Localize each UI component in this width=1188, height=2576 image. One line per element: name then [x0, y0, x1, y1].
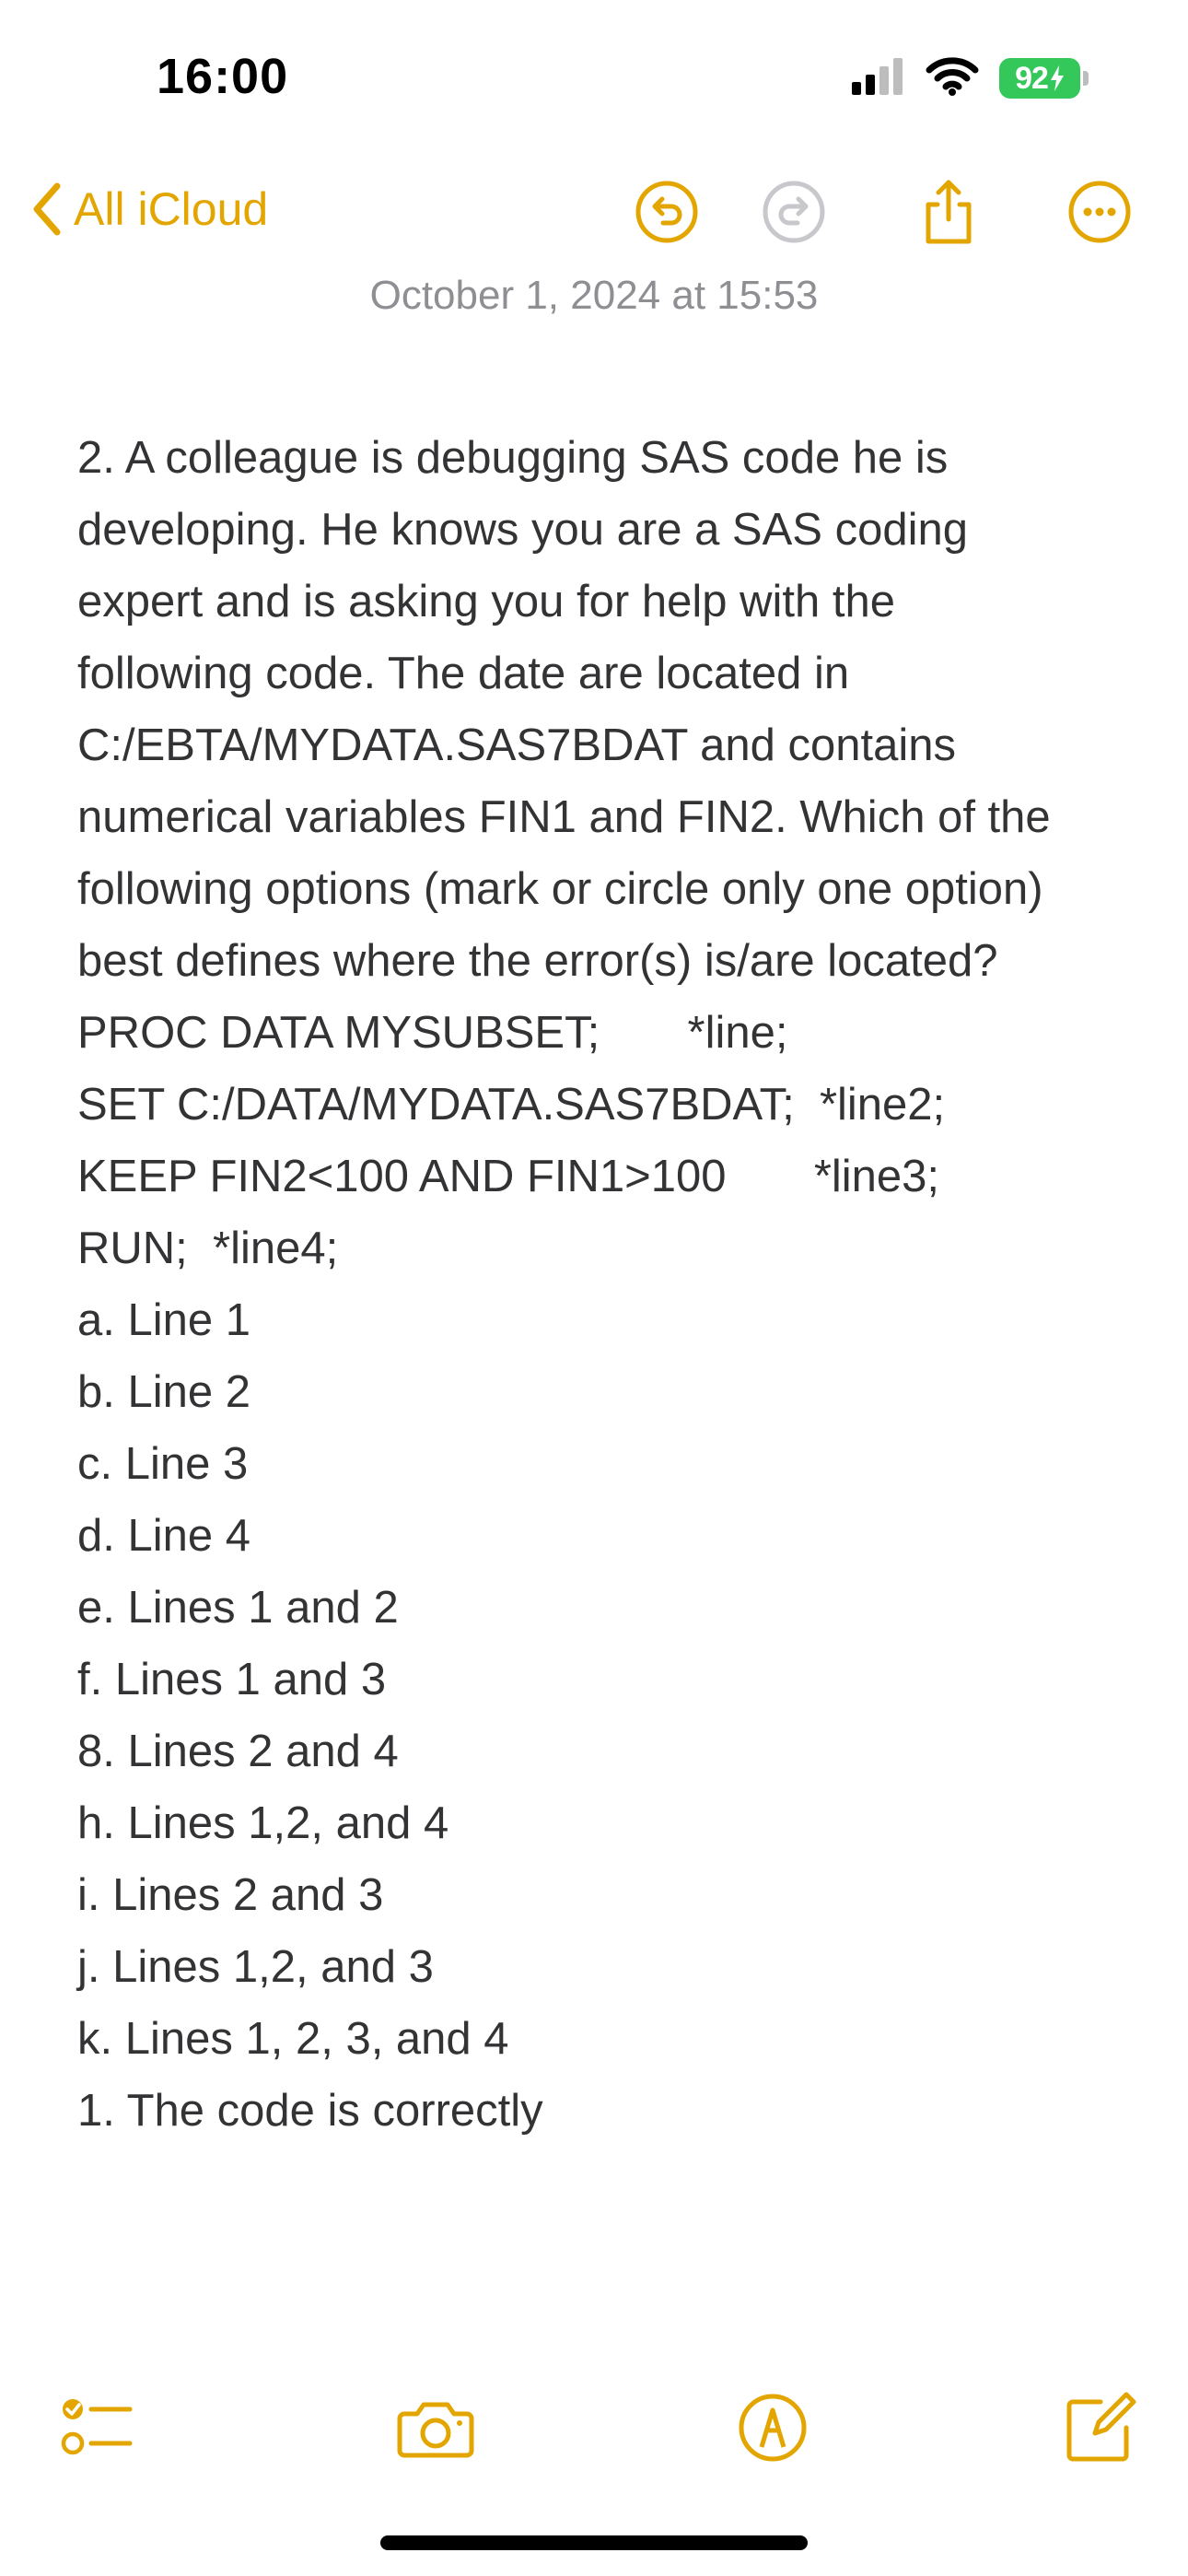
note-line: h. Lines 1,2, and 4 — [77, 1798, 449, 1848]
note-line: c. Line 3 — [77, 1439, 249, 1489]
back-button[interactable]: All iCloud — [31, 182, 268, 236]
note-line: SET C:/DATA/MYDATA.SAS7BDAT; *line2; — [77, 1080, 946, 1130]
camera-icon[interactable] — [394, 2386, 477, 2469]
note-line: k. Lines 1, 2, 3, and 4 — [77, 2014, 509, 2064]
note-line: KEEP FIN2<100 AND FIN1>100 *line3; — [77, 1152, 940, 1201]
note-line: f. Lines 1 and 3 — [77, 1655, 387, 1704]
undo-icon[interactable] — [634, 179, 700, 245]
share-icon[interactable] — [915, 179, 982, 245]
note-line: a. Line 1 — [77, 1295, 250, 1345]
back-label: All iCloud — [74, 183, 269, 235]
note-line: following code. The date are located in — [77, 649, 850, 698]
battery-indicator: 92 — [999, 58, 1089, 99]
note-date: October 1, 2024 at 15:53 — [369, 273, 819, 318]
note-line: expert and is asking you for help with t… — [77, 577, 895, 626]
battery-level: 92 — [999, 58, 1080, 99]
note-line: d. Line 4 — [77, 1511, 250, 1561]
note-line: 8. Lines 2 and 4 — [77, 1727, 399, 1776]
more-icon[interactable] — [1066, 179, 1133, 245]
note-line: i. Lines 2 and 3 — [77, 1870, 384, 1920]
note-body[interactable]: 2. A colleague is debugging SAS code he … — [77, 422, 1146, 2147]
note-line: numerical variables FIN1 and FIN2. Which… — [77, 792, 1051, 842]
checklist-icon[interactable] — [55, 2386, 138, 2469]
markup-icon[interactable] — [731, 2386, 814, 2469]
note-line: developing. He knows you are a SAS codin… — [77, 505, 968, 555]
charging-icon — [1050, 65, 1064, 91]
note-line: RUN; *line4; — [77, 1224, 339, 1273]
note-line: 2. A colleague is debugging SAS code he … — [77, 433, 949, 483]
compose-icon[interactable] — [1059, 2386, 1142, 2469]
note-line: 1. The code is correctly — [77, 2086, 543, 2136]
wifi-icon — [926, 56, 979, 100]
battery-percent: 92 — [1015, 60, 1049, 96]
status-indicators: 92 — [852, 55, 1089, 101]
note-line: PROC DATA MYSUBSET; *line; — [77, 1008, 788, 1058]
nav-bar: All iCloud — [0, 166, 1188, 258]
note-line: e. Lines 1 and 2 — [77, 1583, 399, 1633]
note-line: C:/EBTA/MYDATA.SAS7BDAT and contains — [77, 720, 957, 770]
status-time: 16:00 — [157, 49, 289, 104]
home-indicator — [380, 2535, 808, 2550]
note-line: j. Lines 1,2, and 3 — [77, 1942, 434, 1992]
chevron-left-icon — [33, 182, 61, 236]
note-line: b. Line 2 — [77, 1367, 250, 1417]
note-line: best defines where the error(s) is/are l… — [77, 936, 998, 986]
bottom-toolbar — [0, 2377, 1188, 2478]
redo-icon[interactable] — [761, 179, 827, 245]
signal-icon — [852, 57, 905, 100]
note-line: following options (mark or circle only o… — [77, 864, 1043, 914]
